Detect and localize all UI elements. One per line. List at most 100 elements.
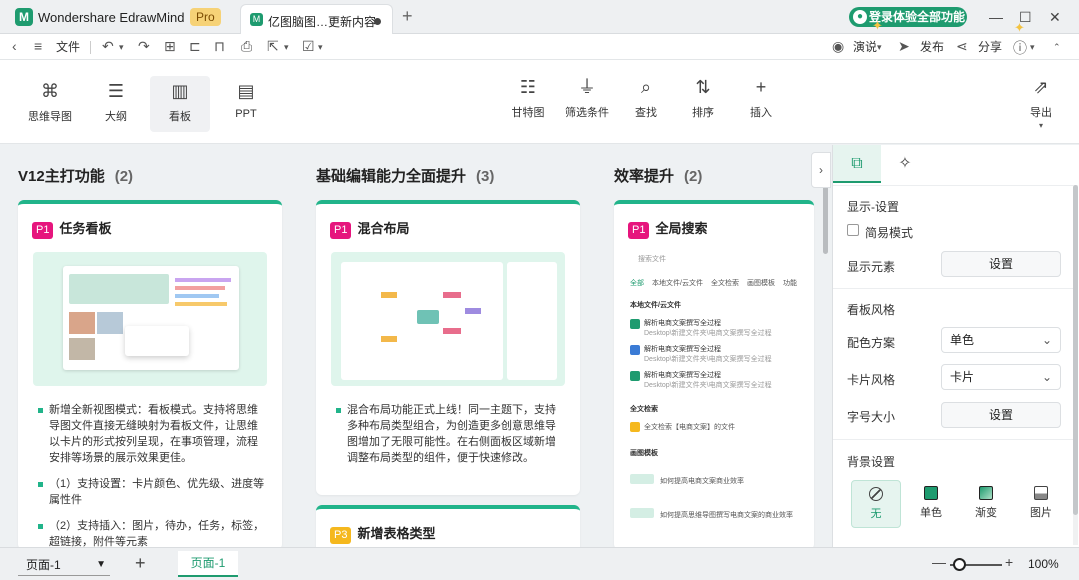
bg-option-none[interactable]: 无 xyxy=(851,480,901,528)
find-button[interactable]: ⌕ 查找 xyxy=(618,76,674,120)
view-ppt-button[interactable]: ▤ PPT xyxy=(216,80,276,120)
bg-option-gradient[interactable]: 渐变 xyxy=(961,480,1011,528)
panel-scrollbar[interactable] xyxy=(1073,185,1078,545)
background-options: 无 单色 渐变 图片 xyxy=(847,480,1067,530)
plus-icon: + xyxy=(755,77,767,97)
export-dropdown-icon[interactable]: ▾ xyxy=(284,42,289,53)
search-section: 画图模板 xyxy=(630,450,658,457)
page-tab[interactable]: 页面-1 xyxy=(178,551,238,577)
help-icon[interactable]: ⓘ xyxy=(1013,38,1027,58)
ribbon: ⌘ 思维导图 ☰ 大纲 ▥ 看板 ▤ PPT ☷ 甘特图 ⏚ 筛选条件 ⌕ 查找… xyxy=(0,60,1079,144)
bg-option-solid[interactable]: 单色 xyxy=(906,480,956,528)
search-result: 如何提高思维导图撰写电商文案的商业效率 xyxy=(630,508,814,520)
view-kanban-button[interactable]: ▥ 看板 xyxy=(150,76,210,132)
divider xyxy=(833,185,1073,186)
list-item: （2）支持插入：图片，待办，任务，标签，超链接，附件等元素 xyxy=(38,518,268,547)
undo-dropdown-icon[interactable]: ▾ xyxy=(119,42,124,53)
present-menu[interactable]: 演说 xyxy=(853,38,877,55)
bg-option-label: 渐变 xyxy=(975,507,997,519)
bg-option-image[interactable]: 图片 xyxy=(1016,480,1066,528)
card-bullets: 混合布局功能正式上线！同一主题下，支持多种布局类型组合，为创造更多创意思维导图增… xyxy=(336,402,566,476)
column-header[interactable]: V12主打功能 (2) xyxy=(18,165,133,186)
color-scheme-label: 配色方案 xyxy=(847,336,896,350)
column-title: 基础编辑能力全面提升 xyxy=(316,168,467,185)
column-header[interactable]: 基础编辑能力全面提升 (3) xyxy=(316,165,494,186)
hamburger-icon[interactable]: ≡ xyxy=(34,38,42,54)
style-settings-icon[interactable]: ⧉ xyxy=(833,145,881,183)
kanban-card[interactable]: P1 全局搜索 搜索文件 全部 本地文件/云文件 全文检索 画图模板 功能 本地文件/云文… xyxy=(614,200,814,547)
open-folder-icon[interactable]: ⊏ xyxy=(189,38,201,55)
background-settings-heading: 背景设置 xyxy=(847,455,896,469)
ribbon-label: 排序 xyxy=(692,107,714,119)
sparkle-icon: ✦ xyxy=(872,18,883,33)
kanban-card[interactable]: P1 任务看板 新增全新视图模式：看板模式。支持将思维导图文件直接无缝映射为看板文… xyxy=(18,200,282,547)
display-elements-setup-button[interactable]: 设置 xyxy=(941,251,1061,277)
login-button[interactable]: ● 登录体验全部功能 xyxy=(849,7,967,27)
pro-badge[interactable]: Pro xyxy=(190,8,221,26)
column-header[interactable]: 效率提升 (2) xyxy=(614,165,702,186)
present-icon[interactable]: ◉ xyxy=(832,38,844,55)
add-page-button[interactable]: + xyxy=(135,553,146,574)
simple-mode-label: 简易模式 xyxy=(865,226,914,240)
simple-mode-checkbox[interactable] xyxy=(847,224,859,236)
publish-icon[interactable]: ➤ xyxy=(898,38,910,55)
share-icon[interactable]: ⋖ xyxy=(956,38,968,55)
priority-badge: P1 xyxy=(32,222,54,239)
kanban-canvas[interactable]: V12主打功能 (2) P1 任务看板 新增全新视图模式：看板模式。支持将思维导图文… xyxy=(0,145,832,547)
sort-icon: ⇅ xyxy=(695,77,711,97)
result-path: Desktop\新建文件夹\电商文案撰写全过程 xyxy=(644,330,772,337)
ai-sparkle-icon[interactable]: ✧ xyxy=(881,145,929,183)
zoom-out-button[interactable]: — xyxy=(932,554,946,570)
panel-toggle-button[interactable]: › xyxy=(811,152,831,188)
kanban-card[interactable]: P3 新增表格类型 xyxy=(316,505,580,547)
font-size-label: 字号大小 xyxy=(847,410,896,424)
minimize-icon[interactable]: — xyxy=(989,9,1003,25)
document-tab-title: 亿图脑图…更新内容 xyxy=(268,15,377,29)
present-dropdown-icon[interactable]: ▾ xyxy=(877,42,882,53)
kanban-card[interactable]: P1 混合布局 混合布局功能正式上线！同一主题下，支持多种布局类型组合，为创造更多… xyxy=(316,200,580,495)
none-icon xyxy=(869,487,883,501)
export-button[interactable]: ⇗ 导出 ▾ xyxy=(1013,76,1069,130)
card-thumbnail-image xyxy=(331,252,565,386)
check-dropdown-icon[interactable]: ▾ xyxy=(318,42,323,53)
result-title: 解析电商文案撰写全过程 xyxy=(644,346,721,353)
view-outline-button[interactable]: ☰ 大纲 xyxy=(86,80,146,124)
add-topic-icon[interactable]: ⊞ xyxy=(164,38,176,55)
fulltext-icon xyxy=(630,422,640,432)
new-tab-button[interactable]: + xyxy=(402,6,413,27)
undo-icon[interactable]: ↶ xyxy=(102,38,114,55)
template-thumb-icon xyxy=(630,474,654,484)
sort-button[interactable]: ⇅ 排序 xyxy=(675,76,731,120)
filter-button[interactable]: ⏚ 筛选条件 xyxy=(559,76,615,120)
unsaved-dot-icon[interactable] xyxy=(374,18,381,25)
zoom-in-button[interactable]: + xyxy=(1005,554,1013,570)
color-scheme-select[interactable]: 单色 ⌄ xyxy=(941,327,1061,353)
save-icon[interactable]: ⊓ xyxy=(214,38,225,55)
insert-button[interactable]: + 插入 xyxy=(733,76,789,120)
export-file-icon[interactable]: ⇱ xyxy=(267,38,279,55)
publish-menu[interactable]: 发布 xyxy=(920,38,944,55)
result-path: Desktop\新建文件夹\电商文案撰写全过程 xyxy=(644,356,772,363)
page-select[interactable]: 页面-1 ▼ xyxy=(18,554,110,576)
redo-icon[interactable]: ↷ xyxy=(138,38,150,55)
document-tab[interactable]: M 亿图脑图…更新内容 xyxy=(240,4,393,34)
font-size-setup-button[interactable]: 设置 xyxy=(941,402,1061,428)
zoom-slider-handle[interactable] xyxy=(953,558,966,571)
result-title: 如何提高电商文案商业效率 xyxy=(660,478,744,485)
collapse-icon[interactable]: ⌃ xyxy=(1053,42,1061,53)
print-icon[interactable]: ⎙ xyxy=(241,38,252,55)
maximize-icon[interactable]: ☐ xyxy=(1019,9,1032,26)
export-dropdown-icon[interactable]: ▾ xyxy=(1013,121,1069,130)
divider xyxy=(833,288,1073,289)
file-menu[interactable]: 文件 xyxy=(56,38,80,55)
share-menu[interactable]: 分享 xyxy=(978,38,1002,55)
zoom-level[interactable]: 100% xyxy=(1028,557,1059,571)
back-icon[interactable]: ‹ xyxy=(12,38,17,54)
card-style-select[interactable]: 卡片 ⌄ xyxy=(941,364,1061,390)
close-icon[interactable]: ✕ xyxy=(1049,9,1061,26)
page-select-value: 页面-1 xyxy=(26,558,61,572)
help-dropdown-icon[interactable]: ▾ xyxy=(1030,42,1035,53)
checklist-icon[interactable]: ☑ xyxy=(302,38,315,55)
gantt-button[interactable]: ☷ 甘特图 xyxy=(500,76,556,120)
view-mindmap-button[interactable]: ⌘ 思维导图 xyxy=(20,80,80,124)
